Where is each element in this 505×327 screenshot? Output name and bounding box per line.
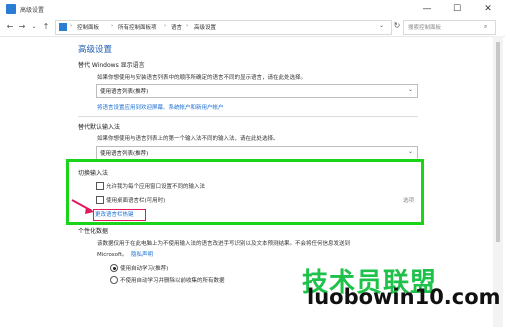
chevron-down-icon[interactable]: ⌄: [379, 22, 384, 29]
personalization-description-2: Microsoft。: [97, 252, 128, 258]
chevron-right-icon: ›: [111, 23, 114, 29]
apply-language-settings-link[interactable]: 将语言设置应用到欢迎屏幕、系统帐户和新用户帐户: [97, 103, 224, 111]
up-arrow-icon[interactable]: ↑: [40, 21, 52, 33]
highlight-frame: [66, 159, 424, 225]
page-title: 高级设置: [78, 45, 113, 55]
watermark-url: luobowin10.com: [307, 285, 501, 309]
divider: [78, 116, 418, 117]
auto-learning-label: 使用自动学习(推荐): [120, 266, 169, 272]
default-input-heading: 替代默认输入法: [78, 124, 121, 131]
personalization-heading: 个性化数据: [78, 228, 109, 235]
recent-locations-dropdown[interactable]: ⌄: [28, 21, 40, 33]
no-auto-learning-radio[interactable]: [110, 276, 118, 284]
scrollbar-thumb[interactable]: [496, 42, 500, 242]
maximize-button[interactable]: ☐: [443, 0, 471, 18]
control-panel-icon: [6, 4, 16, 14]
display-language-description: 如果你想使用与安装语言列表中的顺序所确定的语言不同的显示语言，请在此处选择。: [97, 75, 307, 81]
close-button[interactable]: ✕: [474, 0, 502, 18]
breadcrumb-control-panel[interactable]: 控制面板: [77, 23, 99, 31]
display-language-heading: 替代 Windows 显示语言: [78, 62, 145, 69]
refresh-icon[interactable]: ↻: [392, 21, 402, 33]
chevron-down-icon: ⌄: [408, 148, 414, 155]
address-bar[interactable]: [55, 20, 392, 35]
default-input-description: 如果你想使用与语言列表上的第一个输入法不同的输入法，请在此处选择。: [97, 136, 279, 142]
no-auto-learning-label: 不使用自动学习并删除以前收集的所有数据: [120, 278, 225, 284]
auto-learning-radio[interactable]: [110, 264, 118, 272]
search-icon[interactable]: ⌕: [484, 23, 487, 31]
chevron-right-icon: ›: [164, 23, 167, 29]
chevron-right-icon: ›: [186, 23, 189, 29]
search-placeholder: 搜索控制面板: [408, 25, 442, 31]
window-title: 高级设置: [20, 7, 45, 14]
chevron-right-icon: ›: [70, 23, 73, 29]
breadcrumb-all-items[interactable]: 所有控制面板项: [118, 23, 157, 31]
breadcrumb-advanced-settings[interactable]: 高级设置: [194, 23, 216, 31]
breadcrumb-language[interactable]: 语言: [171, 23, 182, 31]
chevron-down-icon: ⌄: [408, 86, 414, 93]
forward-arrow-icon[interactable]: →: [16, 21, 28, 33]
control-panel-small-icon: [59, 23, 67, 31]
default-input-value: 使用语言列表(推荐): [100, 151, 149, 157]
display-language-value: 使用语言列表(推荐): [100, 89, 149, 95]
privacy-statement-link[interactable]: 隐私声明: [131, 250, 153, 258]
back-arrow-icon[interactable]: ←: [4, 21, 16, 33]
minimize-button[interactable]: —: [413, 0, 441, 18]
personalization-description: 该数据仅用于在此电脑上为不使用输入法的语言改进手写识别以及文本预测结果。不会将任…: [97, 241, 351, 247]
